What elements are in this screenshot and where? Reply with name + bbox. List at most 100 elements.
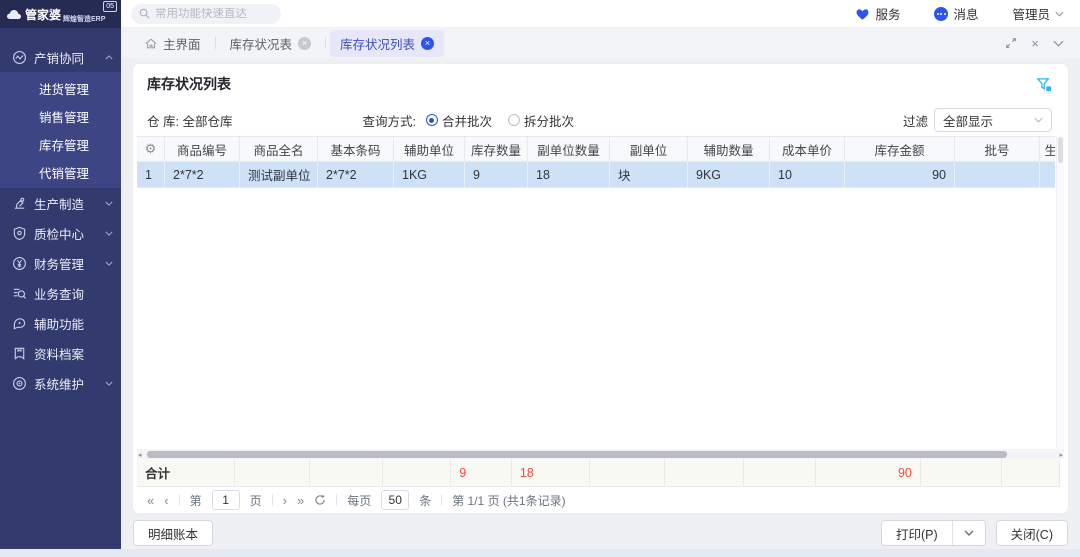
- chevron-down-icon: [1034, 117, 1043, 123]
- col-header[interactable]: 副单位数量: [528, 137, 610, 161]
- detail-ledger-button[interactable]: 明细账本: [133, 520, 213, 546]
- scroll-right-arrow[interactable]: ▸: [1059, 451, 1063, 459]
- col-header[interactable]: 商品编号: [165, 137, 240, 161]
- col-header[interactable]: 商品全名: [240, 137, 318, 161]
- col-header[interactable]: 批号: [955, 137, 1040, 161]
- sidebar-item-fuzhugongneng[interactable]: 辅助功能: [0, 308, 121, 338]
- filter-funnel-icon[interactable]: [1036, 77, 1052, 92]
- close-button[interactable]: 关闭(C): [996, 520, 1068, 546]
- sidebar-item-label: 辅助功能: [34, 314, 113, 333]
- sidebar-item-ziliaodangan[interactable]: 资料档案: [0, 338, 121, 368]
- chevron-down-icon: [105, 261, 113, 266]
- print-button[interactable]: 打印(P): [882, 521, 952, 545]
- cell-cost-price: 10: [770, 162, 845, 187]
- horizontal-scroll-thumb[interactable]: [147, 451, 1007, 458]
- sidebar-subitem-kucun[interactable]: 库存管理: [0, 130, 121, 158]
- prev-page-button[interactable]: ‹: [164, 493, 168, 508]
- col-header[interactable]: 库存金额: [845, 137, 955, 161]
- per-page-suffix: 条: [419, 492, 431, 509]
- tab-bar: 主界面 库存状况表 × 库存状况列表 × ×: [121, 28, 1080, 58]
- sidebar-item-chanxiaoxietong[interactable]: 产销协同: [0, 42, 121, 72]
- table-row-selected[interactable]: 1 2*7*2 测试副单位 2*7*2 1KG 9 18 块 9KG 10 90: [137, 162, 1055, 188]
- sidebar-subitem-daixiao[interactable]: 代销管理: [0, 158, 121, 186]
- print-dropdown-button[interactable]: [953, 521, 985, 545]
- cell-batch-no: [955, 162, 1040, 187]
- totals-stock-amount: 90: [816, 459, 921, 486]
- col-header[interactable]: 副单位: [610, 137, 688, 161]
- manufacturing-icon: [12, 196, 27, 211]
- sidebar-item-label: 产销协同: [34, 48, 98, 67]
- scroll-left-arrow[interactable]: ◂: [138, 451, 142, 459]
- next-page-button[interactable]: ›: [283, 493, 287, 508]
- totals-row: 合计 9 18 90: [137, 459, 1060, 487]
- refresh-icon[interactable]: [314, 494, 326, 506]
- last-page-button[interactable]: »: [297, 493, 304, 508]
- sidebar-subitem-xiaoshou[interactable]: 销售管理: [0, 102, 121, 130]
- subitem-label: 销售管理: [39, 107, 89, 126]
- collaboration-icon: [12, 50, 27, 65]
- radio-merge-batch[interactable]: 合并批次: [426, 111, 492, 130]
- quick-search-input[interactable]: [155, 8, 265, 20]
- vertical-scrollbar[interactable]: [1056, 136, 1064, 449]
- warehouse-value[interactable]: 全部仓库: [182, 111, 232, 130]
- page-number-input[interactable]: [212, 490, 240, 510]
- logo-version-badge: 05: [103, 1, 117, 12]
- archive-bookmark-icon: [12, 346, 27, 361]
- tab-close-icon[interactable]: ×: [298, 37, 311, 50]
- close-icon[interactable]: ×: [1031, 37, 1039, 50]
- tab-kucunzhuangkuangbiao[interactable]: 库存状况表 ×: [220, 30, 322, 57]
- per-page-prefix: 每页: [347, 492, 371, 509]
- finance-yen-icon: [12, 256, 27, 271]
- filter-select[interactable]: 全部显示: [934, 108, 1052, 132]
- tab-close-icon[interactable]: ×: [421, 37, 434, 50]
- sidebar-item-zhijianzhongxin[interactable]: 质检中心: [0, 218, 121, 248]
- cell-barcode: 2*7*2: [318, 162, 394, 187]
- maximize-icon[interactable]: [1005, 37, 1017, 49]
- quick-search[interactable]: [131, 4, 281, 24]
- subitem-label: 进货管理: [39, 79, 89, 98]
- sidebar-subitem-jinhuo[interactable]: 进货管理: [0, 74, 121, 102]
- tab-kucunzhuangkuangliebiao[interactable]: 库存状况列表 ×: [330, 30, 444, 57]
- col-header[interactable]: 生产日期: [1040, 137, 1055, 161]
- top-bar: 管家婆 辉煌智造ERP 05 服务 消息 管理员: [0, 0, 1080, 28]
- message-menu[interactable]: 消息: [934, 4, 978, 23]
- first-page-button[interactable]: «: [147, 493, 154, 508]
- totals-cell: [310, 459, 383, 486]
- col-header[interactable]: 成本单价: [770, 137, 845, 161]
- col-header[interactable]: 库存数量: [465, 137, 528, 161]
- totals-cell: [383, 459, 451, 486]
- tab-home[interactable]: 主界面: [135, 30, 211, 57]
- sidebar-item-caiwuguanli[interactable]: 财务管理: [0, 248, 121, 278]
- sidebar-item-yewuchaxun[interactable]: 业务查询: [0, 278, 121, 308]
- sidebar-item-label: 业务查询: [34, 284, 113, 303]
- sidebar-item-xitongweihu[interactable]: 系统维护: [0, 368, 121, 398]
- user-menu[interactable]: 管理员: [1012, 4, 1064, 23]
- tab-label: 库存状况表: [230, 34, 293, 53]
- cell-subunit-qty: 18: [528, 162, 610, 187]
- grid-header-row: ⚙ 商品编号 商品全名 基本条码 辅助单位 库存数量 副单位数量 副单位 辅助数…: [137, 136, 1055, 162]
- top-bar-right: 服务 消息 管理员: [121, 0, 1080, 28]
- footer-actions: 明细账本 打印(P) 关闭(C): [121, 513, 1080, 549]
- system-gear-icon: [12, 376, 27, 391]
- totals-label: 合计: [137, 459, 235, 486]
- collapse-chevron-icon[interactable]: [1053, 40, 1064, 47]
- per-page-input[interactable]: [381, 490, 409, 510]
- column-settings-icon[interactable]: ⚙: [145, 141, 157, 157]
- horizontal-scrollbar[interactable]: ◂ ▸: [137, 449, 1064, 459]
- totals-stock-qty: 9: [451, 459, 512, 486]
- col-header[interactable]: 辅助数量: [688, 137, 770, 161]
- col-header[interactable]: 基本条码: [318, 137, 394, 161]
- sidebar-item-label: 系统维护: [34, 374, 98, 393]
- content-panel: 库存状况列表 仓 库: 全部仓库 查询方式: 合并批次 拆分批次 过滤 全部显示: [133, 64, 1068, 513]
- sidebar-item-shengchanzhizao[interactable]: 生产制造: [0, 188, 121, 218]
- service-menu[interactable]: 服务: [855, 4, 900, 23]
- cell-aux-qty: 9KG: [688, 162, 770, 187]
- home-icon: [145, 38, 157, 49]
- subitem-label: 库存管理: [39, 135, 89, 154]
- page-suffix: 页: [250, 492, 262, 509]
- app-logo: 管家婆 辉煌智造ERP 05: [0, 0, 121, 28]
- col-header[interactable]: 辅助单位: [394, 137, 465, 161]
- radio-split-batch[interactable]: 拆分批次: [508, 111, 574, 130]
- chevron-down-icon: [105, 201, 113, 206]
- filter-select-value: 全部显示: [943, 111, 1034, 130]
